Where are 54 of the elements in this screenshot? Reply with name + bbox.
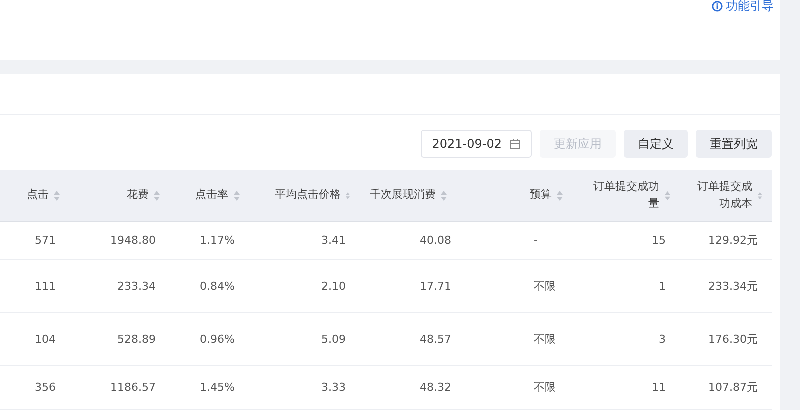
column-header[interactable]: 预算 [520,170,580,222]
table-cell: 2.10 [265,260,360,313]
table-cell: 356 [0,366,70,410]
toolbar-button[interactable]: 重置列宽 [696,130,772,158]
table-cell: 1186.57 [70,366,170,410]
table-cell: 528.89 [70,313,170,366]
table-cell: 48.57 [360,313,520,366]
column-header[interactable]: 点击 [0,170,70,222]
table-cell: 3 [580,313,680,366]
info-icon [712,1,723,12]
table-cell: 129.92元 [680,222,772,260]
table-cell: 0.96% [170,313,265,366]
toolbar-button[interactable]: 自定义 [624,130,688,158]
sort-icon[interactable] [154,190,160,200]
date-field[interactable]: 2021-09-02 [421,130,532,158]
table-cell: 111 [0,260,70,313]
table-cell: 1 [580,260,680,313]
table-cell: 176.30元 [680,313,772,366]
table-cell: 40.08 [360,222,520,260]
table-cell: 107.87元 [680,366,772,410]
table-cell: 48.32 [360,366,520,410]
column-header[interactable]: 花费 [70,170,170,222]
table-cell: 5.09 [265,313,360,366]
guide-link[interactable]: 功能引导 [712,0,774,15]
table-cell: 不限 [520,366,580,410]
column-header[interactable]: 平均点击价格 [265,170,360,222]
table-cell: 15 [580,222,680,260]
table-cell: 1.45% [170,366,265,410]
table-cell: 0.84% [170,260,265,313]
table-cell: 17.71 [360,260,520,313]
sort-icon[interactable] [234,190,240,200]
table-cell: 不限 [520,313,580,366]
table-cell: 3.33 [265,366,360,410]
sort-icon[interactable] [664,190,670,200]
column-header[interactable]: 订单提交成功量 [580,170,680,222]
table-cell: - [520,222,580,260]
sort-icon[interactable] [758,190,762,200]
table-cell: 233.34 [70,260,170,313]
table-cell: 104 [0,313,70,366]
calendar-icon [510,138,521,150]
column-header[interactable]: 点击率 [170,170,265,222]
table-cell: 3.41 [265,222,360,260]
table-cell: 1948.80 [70,222,170,260]
table-cell: 233.34元 [680,260,772,313]
sort-icon[interactable] [54,190,60,200]
table-cell: 1.17% [170,222,265,260]
table-cell: 不限 [520,260,580,313]
sort-icon[interactable] [346,190,350,200]
column-header[interactable]: 千次展现消费 [360,170,520,222]
table-cell: 571 [0,222,70,260]
table-cell: 11 [580,366,680,410]
sort-icon[interactable] [441,190,447,200]
sort-icon[interactable] [557,190,563,200]
column-header[interactable]: 订单提交成功成本 [680,170,772,222]
